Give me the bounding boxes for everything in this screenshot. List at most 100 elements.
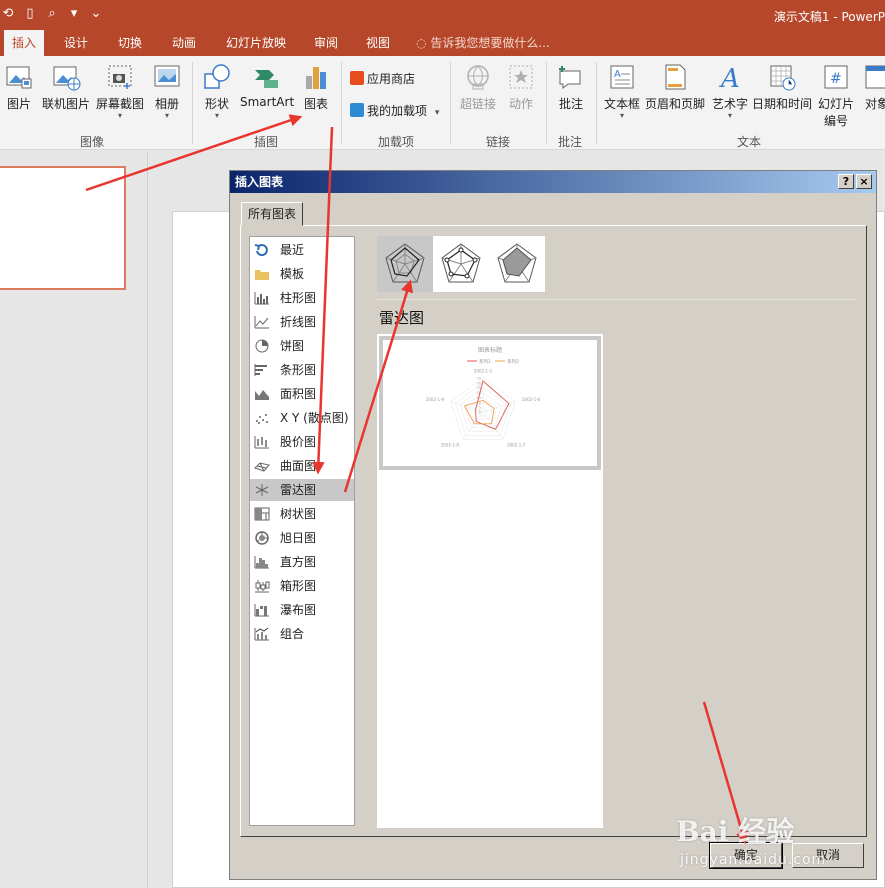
wordart-button[interactable]: A 艺术字 ▾ [710, 62, 750, 120]
shapes-chevron-down-icon: ▾ [214, 111, 219, 120]
chart-type-label: 直方图 [280, 555, 317, 569]
header-footer-button[interactable]: 页眉和页脚 [644, 62, 706, 112]
header-footer-icon [665, 64, 686, 90]
more-commands-icon[interactable]: ⌄ [88, 6, 104, 22]
autosave-icon[interactable]: ⟲ [0, 6, 16, 22]
tab-all-charts[interactable]: 所有图表 [241, 202, 304, 226]
addins-cube-icon [350, 103, 364, 117]
hyperlink-button[interactable]: 超链接 [458, 62, 498, 112]
chart-type-recent[interactable]: 最近 [250, 239, 354, 261]
album-label: 相册 [154, 97, 179, 111]
online-picture-button[interactable]: 联机图片 [40, 62, 92, 112]
smartart-button[interactable]: SmartArt [240, 62, 294, 109]
chart-button[interactable]: 图表 [300, 62, 332, 112]
datetime-button[interactable]: 日期和时间 [752, 62, 812, 112]
svg-text:A: A [719, 64, 740, 92]
chart-type-radar[interactable]: 雷达图 [250, 479, 354, 501]
cancel-button[interactable]: 取消 [792, 843, 864, 868]
chart-type-list: 最近 模板 柱形图 折线图 饼图 条形图 面积图 X Y (散点图) 股价图 曲… [249, 236, 355, 826]
subtype-radar-markers[interactable] [433, 236, 489, 292]
chart-type-waterfall[interactable]: 瀑布图 [250, 599, 354, 621]
chart-type-stock[interactable]: 股价图 [250, 431, 354, 453]
my-addins-chevron-down-icon: ▾ [434, 108, 440, 118]
text-group-label: 文本 [737, 135, 762, 149]
chart-type-bar[interactable]: 条形图 [250, 359, 354, 381]
store-button[interactable]: 应用商店 [350, 70, 415, 87]
slide-number-label-line2: 编号 [823, 114, 848, 128]
shapes-icon [204, 64, 230, 89]
comment-label: 批注 [558, 97, 583, 111]
online-picture-label: 联机图片 [41, 97, 90, 111]
chart-type-scatter[interactable]: X Y (散点图) [250, 407, 354, 429]
tab-insert[interactable]: 插入 [4, 30, 45, 56]
object-button[interactable]: 对象 [862, 62, 885, 112]
dialog-title: 插入图表 [230, 171, 876, 193]
preview-spoke [482, 401, 516, 413]
chart-type-boxplot[interactable]: 箱形图 [250, 575, 354, 597]
preview-axis-label: 2002-1-5 [474, 369, 493, 374]
chart-type-pie[interactable]: 饼图 [250, 335, 354, 357]
quick-access-toolbar: ⟲ ▯ ⌕ ▾ ⌄ [0, 6, 104, 22]
chart-preview: 图表标题 系列1 系列2 35 30 25 20 15 10 5 0 2002-1-5 2002… [383, 340, 597, 466]
subtype-filled-radar[interactable] [489, 236, 545, 292]
tab-design[interactable]: 设计 [56, 30, 96, 56]
sunburst-chart-icon [255, 531, 269, 545]
chart-type-label: 柱形图 [280, 291, 317, 305]
tab-slideshow[interactable]: 幻灯片放映 [218, 30, 294, 56]
comment-button[interactable]: 批注 [555, 62, 587, 112]
chart-type-histogram[interactable]: 直方图 [250, 551, 354, 573]
chart-type-column[interactable]: 柱形图 [250, 287, 354, 309]
header-footer-label: 页眉和页脚 [644, 97, 705, 111]
screenshot-icon [108, 65, 132, 89]
preview-tick-label: 0 [479, 411, 481, 415]
preview-axis-label: 2002-1-7 [507, 443, 526, 448]
subtype-radar[interactable] [377, 236, 433, 292]
print-preview-icon[interactable]: ⌕ [44, 6, 60, 22]
tab-animations[interactable]: 动画 [164, 30, 204, 56]
preview-axis-label: 2002-1-9 [426, 397, 445, 402]
screenshot-button[interactable]: 屏幕截图 ▾ [94, 62, 146, 120]
chart-type-area[interactable]: 面积图 [250, 383, 354, 405]
slide-number-button[interactable]: # 幻灯片 编号 [816, 62, 856, 129]
textbox-chevron-down-icon: ▾ [619, 111, 624, 120]
tab-review[interactable]: 审阅 [306, 30, 346, 56]
chart-label: 图表 [303, 97, 328, 111]
surface-chart-icon [254, 462, 270, 472]
calendar-clock-icon [770, 65, 796, 91]
chart-type-line[interactable]: 折线图 [250, 311, 354, 333]
chart-type-treemap[interactable]: 树状图 [250, 503, 354, 525]
my-addins-button[interactable]: 我的加载项 ▾ [350, 102, 439, 119]
title-bar: ⟲ ▯ ⌕ ▾ ⌄ 演示文稿1 - PowerP [0, 0, 885, 30]
wordart-chevron-down-icon: ▾ [727, 111, 732, 120]
close-button[interactable]: × [856, 174, 872, 189]
boxplot-chart-icon [255, 580, 270, 593]
ribbon-tab-bar: 插入 设计 切换 动画 幻灯片放映 审阅 视图 ◌ 告诉我您想要做什么... [0, 30, 885, 56]
album-button[interactable]: 相册 ▾ [150, 62, 184, 120]
chart-type-label: 曲面图 [280, 459, 317, 473]
shapes-button[interactable]: 形状 ▾ [200, 62, 234, 120]
chart-type-sunburst[interactable]: 旭日图 [250, 527, 354, 549]
tell-me-box[interactable]: ◌ 告诉我您想要做什么... [416, 30, 550, 56]
tab-transitions[interactable]: 切换 [110, 30, 150, 56]
radar-markers-icon [441, 243, 481, 283]
ok-button[interactable]: 确定 [709, 842, 783, 869]
picture-icon [6, 66, 32, 89]
picture-button[interactable]: 图片 [2, 62, 36, 112]
combo-chart-icon [254, 627, 269, 641]
chart-type-surface[interactable]: 曲面图 [250, 455, 354, 477]
window-title: 演示文稿1 - PowerP [773, 10, 885, 24]
action-button[interactable]: 动作 [505, 62, 537, 112]
chart-preview-card[interactable]: 图表标题 系列1 系列2 35 30 25 20 15 10 5 0 2002-1-5 2002… [379, 336, 601, 470]
chart-type-template[interactable]: 模板 [250, 263, 354, 285]
help-button[interactable]: ? [838, 174, 854, 189]
comment-plus-icon [559, 66, 581, 90]
customize-toolbar-icon[interactable]: ▾ [66, 6, 82, 22]
svg-text:#: # [830, 71, 842, 87]
chart-type-combo[interactable]: 组合 [250, 623, 354, 645]
slide-thumbnail-1[interactable] [0, 166, 126, 290]
tab-view[interactable]: 视图 [358, 30, 398, 56]
new-document-icon[interactable]: ▯ [22, 6, 38, 22]
textbox-button[interactable]: A 文本框 ▾ [602, 62, 642, 120]
shapes-label: 形状 [204, 97, 229, 111]
datetime-label: 日期和时间 [752, 97, 813, 111]
